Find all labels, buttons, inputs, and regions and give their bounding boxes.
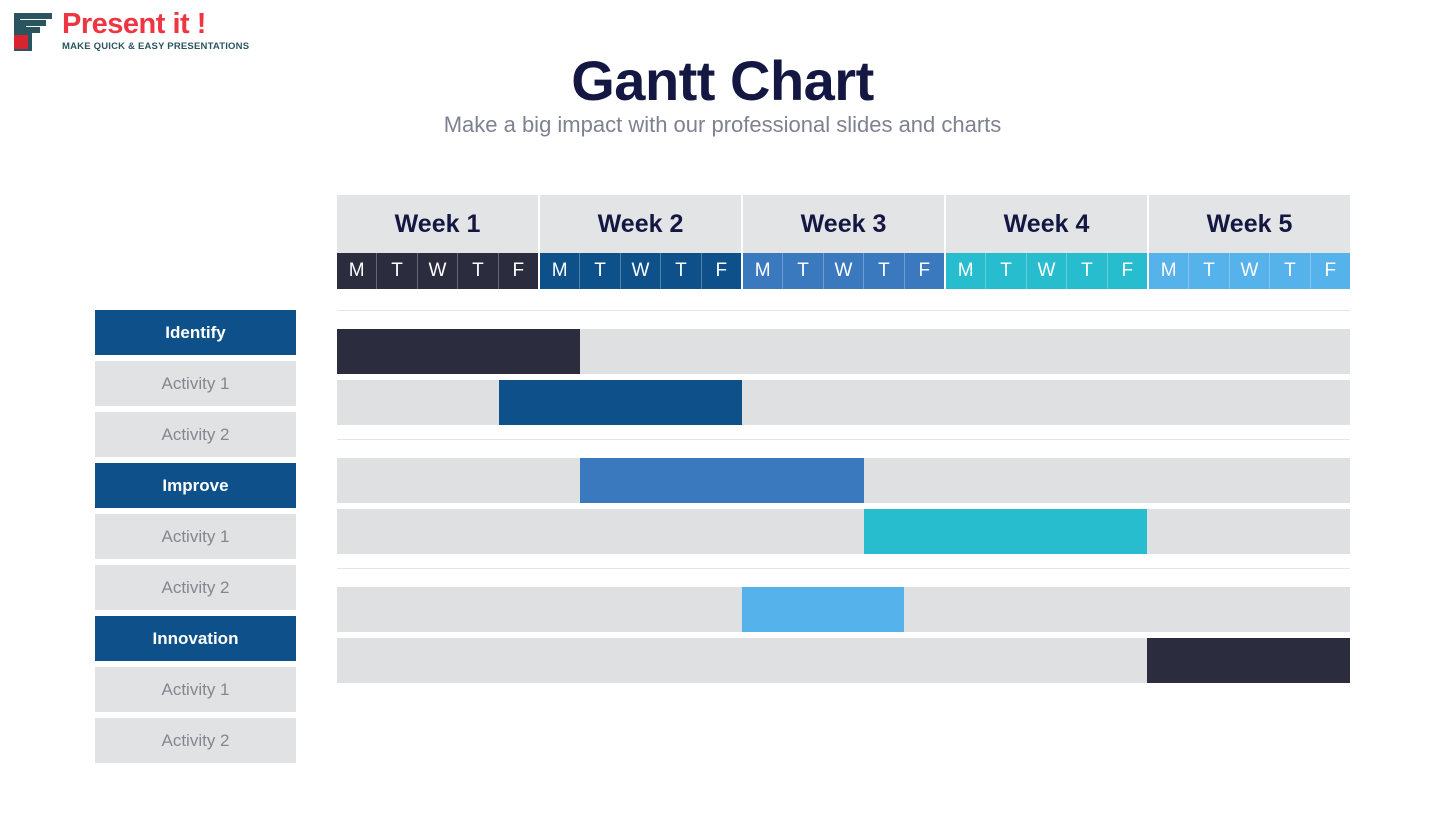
day-header-cell: W [824,253,865,289]
day-header-cell: W [621,253,662,289]
group-label-identify[interactable]: Identify [95,310,296,355]
day-header-cell: F [715,260,728,281]
day-header-cell: M [946,253,987,289]
day-header-cell: T [1067,253,1108,289]
day-header-cell: T [580,253,621,289]
week-day-group: MTWTF [946,253,1149,289]
activity-label[interactable]: Activity 2 [95,565,296,610]
week-header-cell: Week 3 [743,195,946,253]
day-header-cell: F [1324,260,1337,281]
gantt-bar[interactable] [1147,638,1350,683]
gantt-track [337,458,1350,503]
day-header-cell: F [512,260,525,281]
nested-brackets-logo-icon [12,11,54,51]
activity-label[interactable]: Activity 2 [95,412,296,457]
gantt-body [337,310,1350,697]
day-header-cell: T [986,253,1027,289]
week-header-cell: Week 5 [1149,195,1350,253]
week-header-cell: Week 4 [946,195,1149,253]
gantt-bar[interactable] [863,509,1148,554]
activity-label[interactable]: Activity 1 [95,667,296,712]
day-header-cell: T [1270,253,1311,289]
gantt-bar[interactable] [499,380,743,425]
day-header-cell: W [1027,253,1068,289]
day-header-cell: T [1189,253,1230,289]
week-day-group: MTWTF [540,253,743,289]
day-header-cell: T [783,253,824,289]
gantt-bar[interactable] [742,587,905,632]
week-header-cell: Week 1 [337,195,540,253]
gantt-bar[interactable] [580,458,864,503]
day-label-row: MTWTFMTWTFMTWTFMTWTFMTWTF [337,253,1350,289]
week-header-cell: Week 2 [540,195,743,253]
day-header-cell: T [458,253,499,289]
gantt-track [337,587,1350,632]
day-header-cell: M [337,253,378,289]
gantt-track [337,509,1350,554]
day-header-cell: W [1230,253,1271,289]
gantt-track [337,638,1350,683]
day-header-cell: F [918,260,931,281]
activity-label[interactable]: Activity 1 [95,514,296,559]
gantt-bar[interactable] [337,329,581,374]
week-day-group: MTWTF [743,253,946,289]
day-header-cell: T [864,253,905,289]
week-day-group: MTWTF [1149,253,1350,289]
day-header-cell: T [377,253,418,289]
page-subtitle: Make a big impact with our professional … [443,112,1002,137]
activity-label[interactable]: Activity 1 [95,361,296,406]
day-header-cell: M [540,253,581,289]
gantt-track [337,329,1350,374]
calendar-header: Week 1 Week 2 Week 3 Week 4 Week 5 MTWTFMTWT… [337,195,1350,289]
day-header-cell: T [661,253,702,289]
day-header-cell: M [1149,253,1190,289]
task-label-column: Identify Activity 1 Activity 2 Improve Activ… [95,310,296,769]
page-title: Gantt Chart [571,49,874,112]
day-header-cell: M [743,253,784,289]
brand-logo: Present it ! MAKE QUICK & EASY PRESENTAT… [12,10,249,52]
logo-title: Present it ! [62,8,206,40]
activity-label[interactable]: Activity 2 [95,718,296,763]
gantt-track [337,380,1350,425]
week-day-group: MTWTF [337,253,540,289]
group-label-improve[interactable]: Improve [95,463,296,508]
group-label-innovation[interactable]: Innovation [95,616,296,661]
day-header-cell: F [1121,260,1134,281]
day-header-cell: W [418,253,459,289]
week-label-row: Week 1 Week 2 Week 3 Week 4 Week 5 [337,195,1350,253]
